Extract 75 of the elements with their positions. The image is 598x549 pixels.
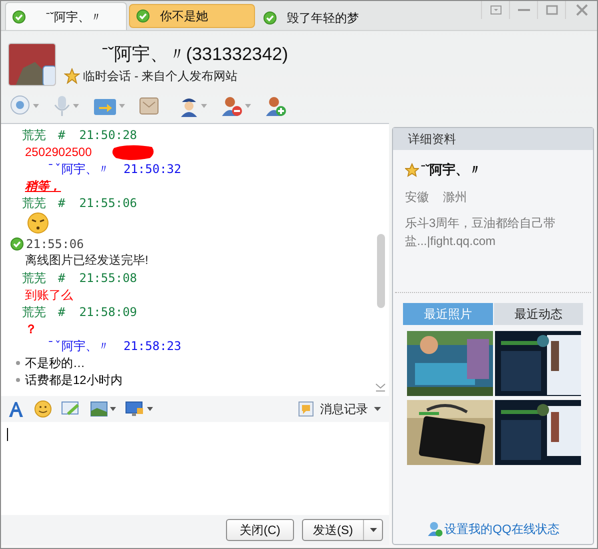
message-time: 21:55:06 (79, 194, 138, 212)
system-time: 21:55:06 (26, 236, 84, 252)
message-history-button[interactable]: 消息记录 (298, 400, 381, 418)
remove-contact-button[interactable] (221, 95, 251, 117)
webcam-icon (9, 95, 31, 117)
contact-number: (331332342) (186, 43, 288, 65)
caret-icon (33, 104, 39, 108)
scrollbar[interactable] (377, 234, 385, 308)
star-icon (64, 68, 80, 84)
message-text: 话费都是12小时内 (25, 372, 122, 388)
close-icon (576, 4, 588, 16)
landscape-icon (90, 401, 108, 417)
chat-tab[interactable]: 毁了年轻的梦 (257, 6, 383, 30)
minimize-icon (518, 8, 530, 12)
monitor-icon (125, 401, 145, 417)
city: 滁州 (443, 188, 467, 206)
caret-icon (245, 104, 251, 108)
province: 安徽 (405, 188, 429, 206)
close-button[interactable]: 关闭(C) (226, 519, 294, 541)
contact-name: ˉˇ阿宇、〃 (102, 43, 186, 65)
caret-icon (119, 104, 125, 108)
caret-icon (201, 104, 207, 108)
message-text: ？ (25, 320, 37, 338)
message-text: 稍等， (25, 178, 61, 194)
file-transfer-button[interactable] (93, 96, 125, 116)
message-text: 不是秒的… (25, 354, 85, 372)
envelope-icon (139, 96, 159, 116)
microphone-icon (53, 95, 71, 117)
chat-tab[interactable]: 你不是她 (129, 4, 255, 28)
caret-icon (110, 407, 116, 411)
screenshot-button[interactable] (125, 401, 153, 417)
sender-name: 荒芜 # (22, 270, 66, 286)
chat-tab[interactable]: ˉˇ阿宇、〃 (5, 2, 127, 30)
sender-name: 荒芜 # (22, 304, 66, 320)
message-input-field[interactable] (1, 422, 389, 515)
profile-tab[interactable]: 最近动态 (494, 302, 583, 324)
maximize-icon (546, 5, 558, 15)
message-time: 21:58:09 (79, 304, 138, 320)
person-plus-icon (265, 95, 287, 117)
message-text: 到账了么 (25, 286, 73, 304)
online-status-link[interactable]: 设置我的QQ在线状态 (444, 520, 560, 538)
sender-name: 荒芜 # (22, 194, 66, 212)
message-time: 21:50:28 (79, 126, 138, 144)
video-button[interactable] (9, 95, 39, 117)
success-check-icon (10, 236, 24, 250)
image-button[interactable] (90, 401, 116, 417)
caret-icon (370, 528, 376, 532)
status-person-icon (426, 521, 443, 537)
caret-icon (73, 104, 79, 108)
person-minus-icon (221, 95, 243, 117)
message-time: 21:55:08 (79, 270, 138, 286)
font-icon[interactable] (7, 400, 25, 418)
caret-icon (147, 407, 153, 411)
sender-name: ˉˇ阿宇、〃 (47, 338, 110, 354)
smiley-icon[interactable] (34, 400, 52, 418)
profile-name: ˉˇ阿宇、〃 (421, 161, 482, 179)
emoticon-icon (27, 212, 49, 234)
star-icon (405, 162, 419, 177)
screen-pencil-icon[interactable] (61, 401, 81, 417)
message-time: 21:50:32 (123, 160, 182, 178)
system-message: 离线图片已经发送完毕! (24, 252, 150, 269)
add-contact-button[interactable] (265, 95, 287, 117)
signature: 乐斗3周年，豆油都给自己带盐...|fight.qq.com (404, 214, 557, 250)
dropdown-icon (490, 5, 502, 15)
panel-title: 详细资料 (393, 128, 593, 150)
scroll-to-bottom-icon[interactable] (375, 383, 386, 392)
caret-icon (374, 407, 381, 411)
sender-name: 荒芜 # (22, 126, 66, 144)
message-text: 2502902500 (25, 144, 92, 160)
session-label: 临时会话 - 来自个人发布网站 (83, 68, 238, 85)
speech-bubble-icon (298, 401, 314, 417)
text-cursor (7, 428, 8, 441)
mail-button[interactable] (139, 96, 159, 116)
message-time: 21:58:23 (123, 338, 182, 354)
sender-name: ˉˇ阿宇、〃 (47, 160, 110, 178)
